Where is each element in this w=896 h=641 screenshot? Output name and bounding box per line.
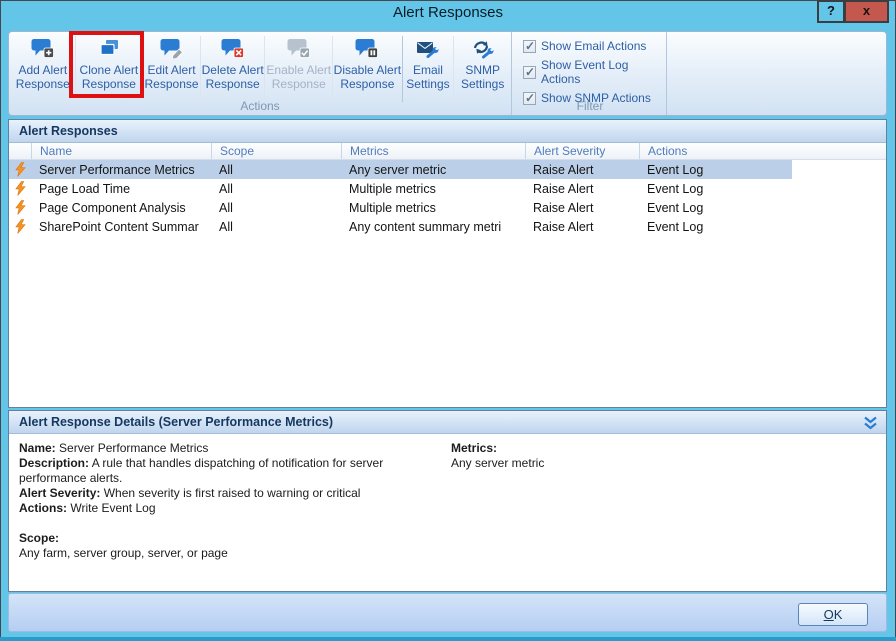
snmp-settings-button[interactable]: SNMP Settings (453, 36, 511, 102)
detail-field: Description: A rule that handles dispatc… (19, 456, 449, 486)
button-label: Delete Alert (201, 64, 265, 78)
button-label: Enable Alert (265, 64, 332, 78)
detail-field: Alert Severity: When severity is first r… (19, 486, 449, 501)
detail-field-metrics: Metrics: (451, 441, 771, 456)
button-label: Settings (403, 78, 454, 92)
button-label: Settings (454, 78, 511, 92)
disable-alert-response-button[interactable]: Disable Alert Response (332, 36, 402, 102)
enable-alert-icon (287, 38, 311, 64)
column-header-scope[interactable]: Scope (211, 143, 341, 159)
window-bottom-edge (0, 637, 896, 641)
row-metrics: Multiple metrics (341, 201, 525, 215)
button-label: Response (333, 78, 402, 92)
row-actions: Event Log (639, 201, 792, 215)
checkbox-label: Show Email Actions (541, 39, 646, 53)
window-title: Alert Responses (0, 4, 896, 21)
disable-alert-icon (355, 38, 379, 64)
button-label: Response (11, 78, 75, 92)
table-row[interactable]: Server Performance Metrics All Any serve… (9, 160, 792, 179)
delete-alert-icon (221, 38, 245, 64)
checkbox-show-email-actions[interactable]: Show Email Actions (523, 39, 666, 53)
alert-bolt-icon (9, 181, 31, 196)
row-scope: All (211, 220, 341, 234)
row-severity: Raise Alert (525, 201, 639, 215)
alert-bolt-icon (9, 162, 31, 177)
filter-group-label: Filter (514, 99, 666, 113)
column-header-metrics[interactable]: Metrics (341, 143, 525, 159)
details-panel-title: Alert Response Details (Server Performan… (19, 415, 333, 429)
button-label: SNMP (454, 64, 511, 78)
help-button[interactable]: ? (817, 0, 845, 23)
table-row[interactable]: Page Load Time All Multiple metrics Rais… (9, 179, 792, 198)
table-row[interactable]: Page Component Analysis All Multiple met… (9, 198, 792, 217)
close-button[interactable]: x (844, 0, 889, 23)
edit-alert-response-button[interactable]: Edit Alert Response (142, 36, 200, 102)
table-column-headers: Name Scope Metrics Alert Severity Action… (9, 143, 886, 160)
enable-alert-response-button: Enable Alert Response (264, 36, 332, 102)
button-label: Edit Alert (143, 64, 200, 78)
row-metrics: Any content summary metri (341, 220, 525, 234)
button-label: Response (143, 78, 200, 92)
checkbox-show-event-log-actions[interactable]: Show Event Log Actions (523, 58, 666, 86)
row-severity: Raise Alert (525, 220, 639, 234)
actions-group-label: Actions (9, 99, 511, 113)
details-left-column: Name: Server Performance Metrics Descrip… (19, 441, 449, 561)
row-name: Server Performance Metrics (31, 163, 211, 177)
detail-field-scope: Scope: Any farm, server group, server, o… (19, 531, 449, 561)
footer-bar: OK (8, 593, 887, 632)
row-name: Page Component Analysis (31, 201, 211, 215)
column-header-name[interactable]: Name (31, 143, 211, 159)
button-label: Add Alert (11, 64, 75, 78)
button-label: Response (265, 78, 332, 92)
filter-group: Show Email Actions Show Event Log Action… (514, 32, 667, 115)
row-actions: Event Log (639, 220, 792, 234)
snmp-settings-icon (471, 39, 495, 64)
details-right-column: Metrics: Any server metric (451, 441, 771, 471)
checkbox-label: Show Event Log Actions (541, 58, 666, 86)
checkbox-checked-icon (523, 40, 536, 53)
list-panel-title: Alert Responses (9, 120, 886, 143)
titlebar: Alert Responses ? x (0, 0, 896, 30)
alert-responses-dialog: Alert Responses ? x Add Alert Response (0, 0, 896, 641)
column-header-actions[interactable]: Actions (639, 143, 792, 159)
row-actions: Event Log (639, 163, 792, 177)
alert-response-details-panel: Alert Response Details (Server Performan… (8, 410, 887, 592)
table-row[interactable]: SharePoint Content Summar All Any conten… (9, 217, 792, 236)
row-scope: All (211, 201, 341, 215)
column-header-alert-severity[interactable]: Alert Severity (525, 143, 639, 159)
detail-field: Actions: Write Event Log (19, 501, 449, 516)
row-metrics: Any server metric (341, 163, 525, 177)
email-settings-button[interactable]: Email Settings (402, 36, 454, 102)
row-severity: Raise Alert (525, 163, 639, 177)
button-label: Disable Alert (333, 64, 402, 78)
delete-alert-response-button[interactable]: Delete Alert Response (200, 36, 265, 102)
row-name: SharePoint Content Summar (31, 220, 211, 234)
detail-field: Name: Server Performance Metrics (19, 441, 449, 456)
icon-column-header (9, 143, 31, 159)
row-scope: All (211, 182, 341, 196)
row-actions: Event Log (639, 182, 792, 196)
add-alert-icon (31, 38, 55, 64)
row-severity: Raise Alert (525, 182, 639, 196)
edit-alert-icon (160, 38, 184, 64)
email-settings-icon (416, 39, 440, 64)
row-metrics: Multiple metrics (341, 182, 525, 196)
alert-bolt-icon (9, 200, 31, 215)
alert-bolt-icon (9, 219, 31, 234)
row-name: Page Load Time (31, 182, 211, 196)
button-label: Response (201, 78, 265, 92)
alert-responses-panel: Alert Responses Name Scope Metrics Alert… (8, 119, 887, 408)
ok-button[interactable]: OK (798, 603, 868, 626)
button-label: Email (403, 64, 454, 78)
add-alert-response-button[interactable]: Add Alert Response (11, 36, 75, 102)
checkbox-checked-icon (523, 66, 536, 79)
highlight-box-clone-button (69, 31, 144, 98)
row-scope: All (211, 163, 341, 177)
